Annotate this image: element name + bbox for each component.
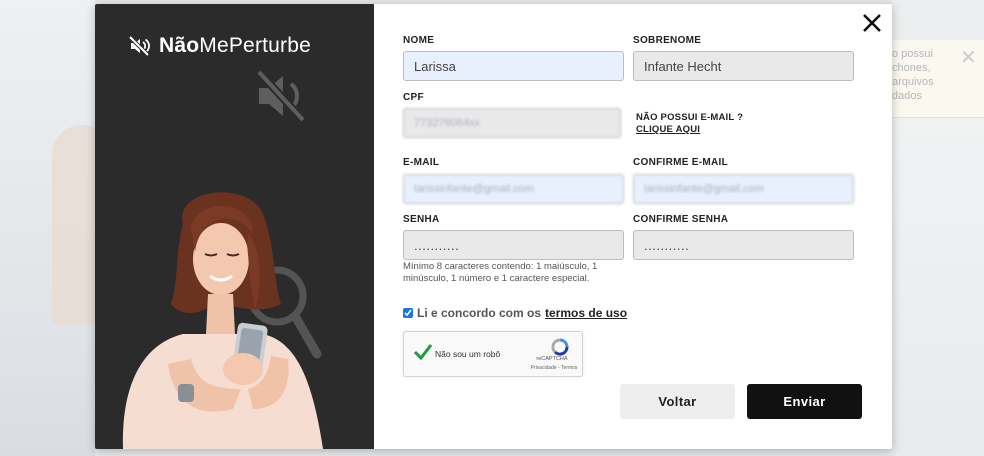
recaptcha-links[interactable]: Privacidade - Termos bbox=[526, 365, 582, 371]
email-label: E-MAIL bbox=[403, 157, 440, 168]
cpf-input[interactable] bbox=[403, 108, 621, 138]
recaptcha-label: Não sou um robô bbox=[435, 349, 501, 359]
email-input[interactable] bbox=[403, 174, 624, 204]
modal-sidebar: Não MePerturbe bbox=[95, 4, 374, 449]
recaptcha-brand: reCAPTCHA bbox=[536, 356, 568, 362]
close-icon[interactable]: ✕ bbox=[960, 48, 977, 68]
checkmark-icon[interactable] bbox=[413, 343, 433, 361]
no-email-question: NÃO POSSUI E-MAIL ? bbox=[636, 112, 744, 123]
terms-checkbox[interactable] bbox=[403, 308, 413, 318]
send-button[interactable]: Enviar bbox=[747, 384, 862, 419]
senha-input[interactable] bbox=[403, 230, 624, 260]
background-left-panel bbox=[0, 0, 112, 456]
password-hint: Mínimo 8 caracteres contendo: 1 maiúscul… bbox=[403, 261, 598, 284]
confirm-senha-label: CONFIRME SENHA bbox=[633, 214, 729, 225]
background-notice-text: o possui chones, arquivos dados bbox=[892, 48, 934, 102]
back-button[interactable]: Voltar bbox=[620, 384, 735, 419]
signup-modal: Não MePerturbe NOME Larissa SOBRENOME In… bbox=[95, 4, 892, 449]
nome-label: NOME bbox=[403, 35, 435, 46]
terms-row: Li e concordo com os termos de uso bbox=[403, 306, 627, 320]
signup-form: NOME SOBRENOME CPF NÃO POSSUI E-MAIL ? C… bbox=[374, 4, 892, 449]
recaptcha-widget: Não sou um robô reCAPTCHA Privacidade - … bbox=[403, 331, 583, 377]
brand-name-bold: Não bbox=[159, 34, 200, 57]
confirm-senha-input[interactable] bbox=[633, 230, 854, 260]
cpf-label: CPF bbox=[403, 92, 424, 103]
woman-with-phone-image bbox=[122, 192, 323, 449]
nome-input[interactable] bbox=[403, 51, 624, 81]
speaker-muted-icon bbox=[129, 36, 151, 56]
terms-text: Li e concordo com os bbox=[417, 306, 542, 320]
senha-label: SENHA bbox=[403, 214, 440, 225]
confirm-email-input[interactable] bbox=[633, 174, 854, 204]
brand-logo: Não MePerturbe bbox=[129, 34, 311, 58]
sobrenome-label: SOBRENOME bbox=[633, 35, 702, 46]
background-right-bottom bbox=[892, 118, 984, 456]
no-email-link[interactable]: CLIQUE AQUI bbox=[636, 124, 743, 136]
background-notice: o possui chones, arquivos dados ✕ bbox=[892, 40, 984, 118]
terms-link[interactable]: termos de uso bbox=[545, 306, 627, 320]
brand-name-regular: MePerturbe bbox=[199, 34, 311, 57]
recaptcha-logo-icon bbox=[551, 338, 569, 356]
close-icon[interactable] bbox=[859, 10, 885, 36]
no-email-notice: NÃO POSSUI E-MAIL ? CLIQUE AQUI bbox=[636, 112, 743, 136]
confirm-email-label: CONFIRME E-MAIL bbox=[633, 157, 729, 168]
sobrenome-input[interactable] bbox=[633, 51, 854, 81]
speaker-muted-icon bbox=[256, 69, 306, 123]
